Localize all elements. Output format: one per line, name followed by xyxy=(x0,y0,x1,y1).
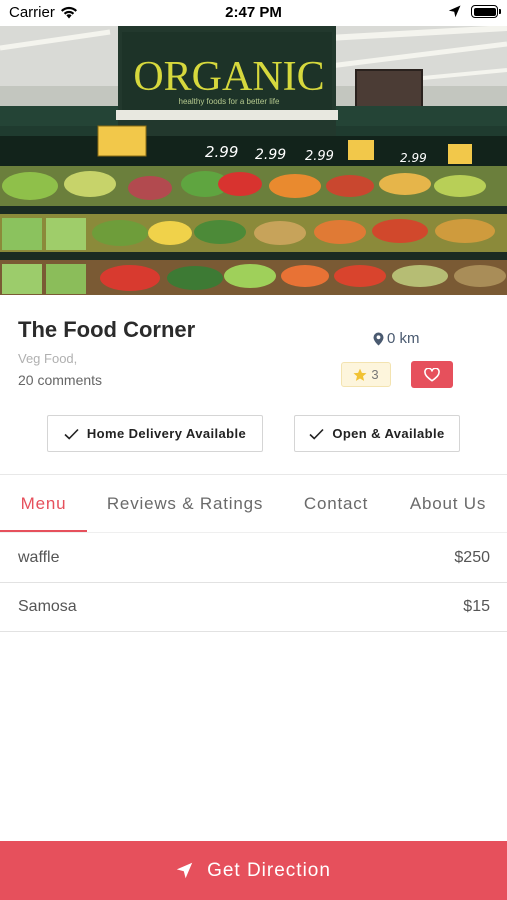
feature-label: Open & Available xyxy=(332,426,445,441)
hero-image: ORGANIC healthy foods for a better life … xyxy=(0,26,507,295)
navigation-icon xyxy=(176,862,193,879)
check-icon xyxy=(64,428,79,440)
star-icon xyxy=(353,368,367,381)
feature-home-delivery: Home Delivery Available xyxy=(47,415,263,452)
menu-item-price: $15 xyxy=(463,598,490,615)
distance-info: 0 km xyxy=(373,330,420,347)
price-tag-4: 2.99 xyxy=(400,151,427,165)
organic-sign-subtitle: healthy foods for a better life xyxy=(179,97,281,106)
battery-icon xyxy=(471,5,501,18)
feature-open-available: Open & Available xyxy=(294,415,460,452)
heart-icon xyxy=(424,367,440,382)
tabs-divider xyxy=(0,532,507,533)
organic-sign-title: ORGANIC xyxy=(133,54,324,100)
status-bar: Carrier 2:47 PM xyxy=(0,0,507,26)
status-right xyxy=(448,5,501,18)
restaurant-cuisine: Veg Food, xyxy=(18,351,78,366)
menu-item[interactable]: waffle $250 xyxy=(0,534,507,583)
rating-value: 3 xyxy=(371,367,379,382)
distance-value: 0 km xyxy=(387,330,420,347)
tab-contact[interactable]: Contact xyxy=(292,475,380,532)
menu-item-price: $250 xyxy=(454,549,490,566)
tab-bar: Menu Reviews & Ratings Contact About Us xyxy=(0,475,507,532)
menu-item-name: Samosa xyxy=(18,598,77,615)
rating-badge: 3 xyxy=(341,362,391,387)
status-time: 2:47 PM xyxy=(225,4,282,21)
price-tag-1: 2.99 xyxy=(205,143,238,161)
tab-menu[interactable]: Menu xyxy=(0,475,87,532)
comments-count[interactable]: 20 comments xyxy=(18,372,102,388)
check-icon xyxy=(309,428,324,440)
tab-about-us[interactable]: About Us xyxy=(397,475,499,532)
menu-item-name: waffle xyxy=(18,549,60,566)
restaurant-name: The Food Corner xyxy=(18,317,196,342)
price-tag-2: 2.99 xyxy=(255,147,286,163)
map-pin-icon xyxy=(373,332,384,345)
get-direction-label: Get Direction xyxy=(207,859,331,881)
get-direction-button[interactable]: Get Direction xyxy=(0,841,507,900)
menu-item[interactable]: Samosa $15 xyxy=(0,583,507,632)
tab-reviews-ratings[interactable]: Reviews & Ratings xyxy=(95,475,275,532)
comments-label: 20 comments xyxy=(18,372,103,388)
location-arrow-icon xyxy=(448,5,461,18)
feature-label: Home Delivery Available xyxy=(86,426,247,441)
favorite-button[interactable] xyxy=(411,361,453,388)
grocery-aisle-illustration: ORGANIC healthy foods for a better life … xyxy=(0,26,507,295)
price-tag-3: 2.99 xyxy=(305,149,334,164)
